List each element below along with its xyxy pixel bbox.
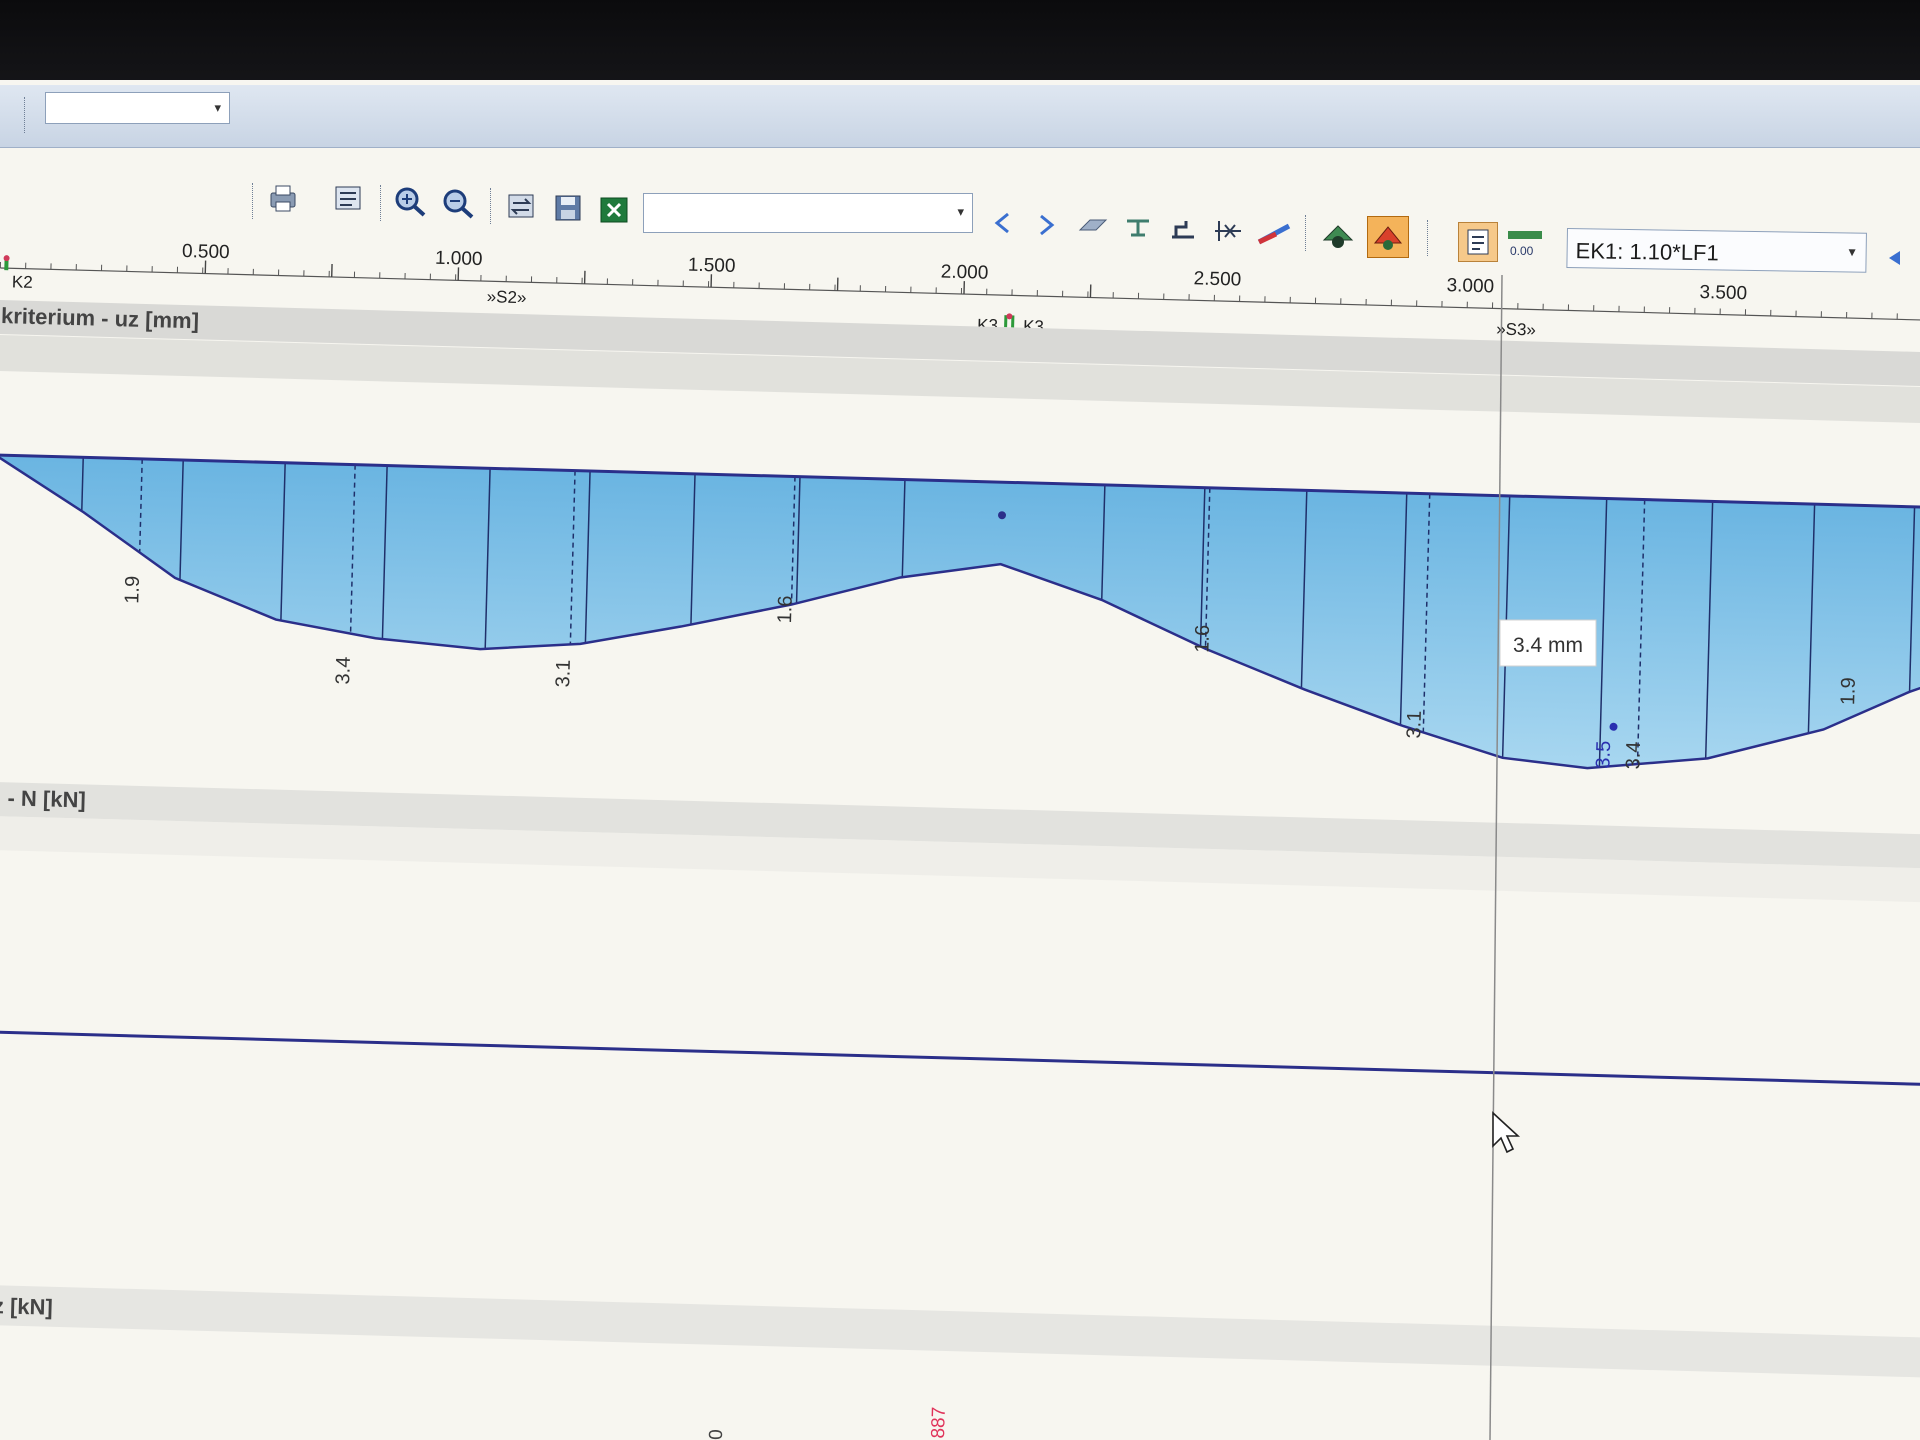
panel-title-deflection: kriterium - uz [mm] (1, 303, 200, 333)
shear-value-right: .887 (928, 1407, 950, 1440)
ruler-label: 1.000 (435, 248, 483, 270)
deflection-value-label: 1.9 (121, 576, 144, 604)
mouse-pointer-icon (1492, 1111, 1521, 1154)
panel-title-shear: Vz [kN] (0, 1293, 53, 1320)
deflection-value-label: 3.5 (1592, 740, 1615, 768)
ruler-label: 2.000 (941, 261, 989, 283)
deflection-value-label: 3.1 (1403, 710, 1426, 738)
deflection-value-label: 1.6 (774, 595, 797, 623)
panel-header-shear (0, 1284, 1920, 1378)
deflection-value-label: 3.4 (1622, 741, 1645, 769)
ruler-label: 0.500 (182, 241, 230, 263)
panel-title-normal-force: n - N [kN] (0, 785, 86, 813)
deflection-value-label: 3.4 (332, 656, 355, 684)
deflection-value-label: 3.1 (552, 659, 575, 687)
ruler-label: 2.500 (1193, 268, 1241, 290)
tooltip-text: 3.4 mm (1513, 634, 1583, 657)
value-tooltip: 3.4 mm (1499, 619, 1597, 667)
ruler-label: 3.500 (1699, 282, 1747, 304)
shear-value-left: 0 (706, 1429, 727, 1440)
deflection-value-label: 1.6 (1191, 625, 1214, 653)
result-diagram-canvas[interactable]: 0.500 1.000 1.500 2.000 2.500 3.000 3.50… (0, 0, 1920, 1440)
deflection-diagram[interactable]: 1.9 3.4 3.1 1.6 1.6 3.1 3.5 3.4 1.9 (0, 453, 1920, 778)
span-label-s2: »S2» (486, 287, 526, 307)
node-label: K2 (12, 272, 33, 292)
normal-force-axis (0, 1030, 1920, 1087)
deflection-value-label: 1.9 (1837, 677, 1860, 705)
deflection-area (0, 454, 1920, 769)
ruler-label: 1.500 (688, 255, 736, 277)
ruler-label: 3.000 (1446, 275, 1494, 297)
